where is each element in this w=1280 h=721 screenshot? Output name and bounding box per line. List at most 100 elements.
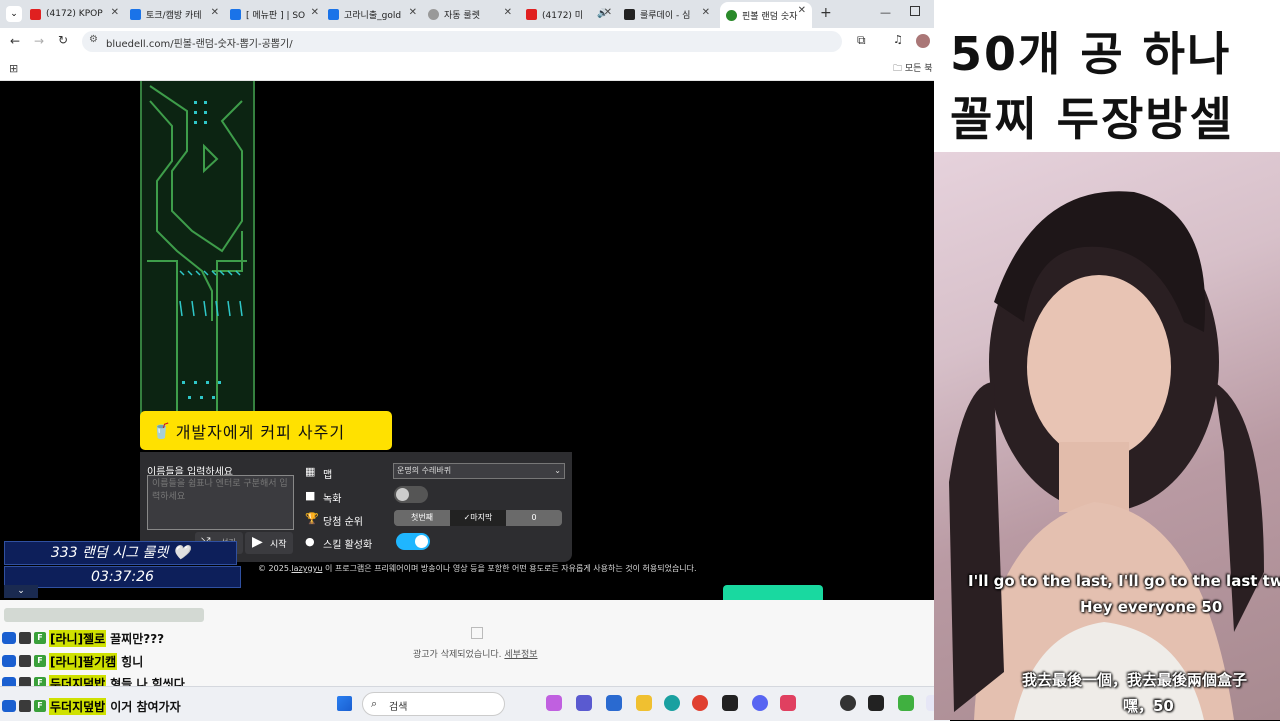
rank-value-input[interactable]: 0 bbox=[506, 510, 562, 526]
tab-7-active[interactable]: 핀볼 랜덤 숫자 ✕ bbox=[720, 2, 812, 28]
explorer-icon[interactable] bbox=[636, 695, 652, 711]
chrome-icon[interactable] bbox=[692, 695, 708, 711]
skill-toggle[interactable] bbox=[396, 533, 430, 550]
tab-0[interactable]: (4172) KPOP ✕ bbox=[30, 4, 125, 24]
pinball-board bbox=[140, 81, 255, 421]
back-icon[interactable]: ← bbox=[10, 34, 20, 48]
forward-icon[interactable]: → bbox=[34, 34, 44, 48]
chat-msg: 힝니 bbox=[121, 654, 144, 669]
site-icon bbox=[230, 8, 241, 20]
badge-icon bbox=[19, 700, 31, 712]
apps-icon[interactable]: ⊞ bbox=[9, 62, 18, 75]
caption-line-1: 50개 공 하나 bbox=[950, 27, 1232, 81]
record-label: 녹화 bbox=[323, 494, 342, 505]
fan-badge-icon: F bbox=[34, 700, 46, 712]
chevron-down-icon[interactable]: ⌄ bbox=[4, 585, 38, 598]
youtube-icon bbox=[30, 8, 41, 20]
start-button[interactable]: ▶ 시작 bbox=[245, 532, 293, 554]
ad-detail-link[interactable]: 세부정보 bbox=[504, 650, 537, 660]
tab-3[interactable]: 고라니출_gold ✕ bbox=[328, 4, 423, 24]
names-textarea[interactable]: 이름들을 쉼표나 엔터로 구분해서 입력하세요 bbox=[147, 475, 294, 530]
tab-2[interactable]: [ 메뉴판 ] | SO ✕ bbox=[230, 4, 325, 24]
tab-label: 룰루데이 - 심 bbox=[640, 10, 691, 21]
media-icon[interactable]: ♫ bbox=[893, 33, 903, 46]
chat-name: [라니]젤로 bbox=[49, 629, 107, 647]
close-icon[interactable]: ✕ bbox=[504, 7, 512, 18]
app-icon[interactable] bbox=[780, 695, 796, 711]
names-placeholder: 이름들을 쉼표나 엔터로 구분해서 입력하세요 bbox=[152, 479, 288, 502]
tab-label: 핀볼 랜덤 숫자 bbox=[742, 11, 798, 22]
app-icon[interactable] bbox=[722, 695, 738, 711]
address-bar[interactable]: ⚙ bluedell.com/핀볼-랜덤-숫자-뽑기-공뽑기/ bbox=[82, 31, 842, 52]
site-info-icon[interactable]: ⚙ bbox=[89, 34, 98, 45]
windows-start-icon[interactable] bbox=[337, 696, 352, 711]
avatar[interactable] bbox=[916, 34, 930, 48]
minimize-button[interactable]: — bbox=[880, 6, 891, 19]
close-icon[interactable]: ✕ bbox=[311, 7, 319, 18]
bomb-icon: ● bbox=[305, 535, 315, 548]
map-select-value: 운명의 수레바퀴 bbox=[397, 466, 452, 475]
author-link[interactable]: lazygyu bbox=[291, 564, 322, 573]
sig-roulette-banner: 333 랜덤 시그 룰렛 🤍 bbox=[4, 541, 237, 565]
chat-line: F [라니]팔기캠 힝니 bbox=[2, 651, 143, 671]
tab-label: [ 메뉴판 ] | SO bbox=[246, 10, 306, 21]
edge-icon[interactable] bbox=[664, 695, 680, 711]
record-toggle[interactable] bbox=[394, 486, 428, 503]
browser-tab-bar: ⌄ (4172) KPOP ✕ 토크/캠방 카테 ✕ [ 메뉴판 ] | SO ✕ 고… bbox=[0, 0, 934, 28]
close-icon[interactable]: ✕ bbox=[111, 7, 119, 18]
caption-line-2: 꼴찌 두장방셀 bbox=[950, 92, 1234, 146]
new-tab-button[interactable]: + bbox=[820, 5, 832, 21]
camera-icon: ■ bbox=[305, 489, 316, 502]
bookmarks-folder[interactable]: 🗀 모든 북 bbox=[893, 61, 933, 77]
rank-first-button[interactable]: 첫번째 bbox=[394, 510, 450, 526]
badge-icon bbox=[19, 632, 31, 644]
close-icon[interactable]: ✕ bbox=[409, 7, 417, 18]
close-icon[interactable]: ✕ bbox=[702, 7, 710, 18]
maximize-button[interactable] bbox=[910, 6, 920, 16]
buy-coffee-button[interactable]: 🥤 개발자에게 커피 사주기 bbox=[140, 411, 392, 450]
site-icon bbox=[130, 8, 141, 20]
tab-5[interactable]: (4172) 미 🔊 ✕ bbox=[526, 4, 618, 24]
buy-coffee-label: 개발자에게 커피 사주기 bbox=[175, 422, 346, 442]
chevron-down-icon: ⌄ bbox=[554, 466, 561, 475]
map-label: 맵 bbox=[323, 470, 333, 481]
tab-label: (4172) 미 bbox=[542, 10, 584, 21]
stream-timer: 03:37:26 bbox=[4, 566, 241, 588]
site-icon bbox=[624, 8, 635, 20]
tab-search-icon[interactable]: ⌄ bbox=[6, 6, 22, 22]
map-icon: ▦ bbox=[305, 465, 316, 478]
badge-icon bbox=[19, 655, 31, 667]
tab-6[interactable]: 룰루데이 - 심 ✕ bbox=[624, 4, 716, 24]
copilot-icon[interactable] bbox=[546, 695, 562, 711]
app-icon[interactable] bbox=[868, 695, 884, 711]
fan-badge-icon: F bbox=[34, 632, 46, 644]
tab-4[interactable]: 자동 룰렛 ✕ bbox=[428, 4, 518, 24]
infinity-badge-icon bbox=[2, 632, 16, 644]
close-icon[interactable]: ✕ bbox=[604, 7, 612, 18]
close-icon[interactable]: ✕ bbox=[211, 7, 219, 18]
teams-icon[interactable] bbox=[576, 695, 592, 711]
infinity-badge-icon bbox=[2, 700, 16, 712]
tab-label: 토크/캠방 카테 bbox=[146, 10, 202, 21]
youtube-icon bbox=[526, 8, 537, 20]
rank-last-label: 마지막 bbox=[470, 513, 493, 522]
store-icon[interactable] bbox=[606, 695, 622, 711]
tab-1[interactable]: 토크/캠방 카테 ✕ bbox=[130, 4, 225, 24]
start-label: 시작 bbox=[270, 540, 287, 550]
obs-icon[interactable] bbox=[840, 695, 856, 711]
subtitle-zh-1: 我去最後一個，我去最後兩個盒子 bbox=[1022, 671, 1248, 689]
taskbar-search[interactable]: ⌕ 검색 bbox=[362, 692, 505, 716]
app-icon[interactable] bbox=[898, 695, 914, 711]
rank-last-button[interactable]: ✓마지막 bbox=[450, 510, 506, 526]
result-button[interactable] bbox=[723, 585, 823, 600]
copyright-year: © 2025. bbox=[258, 564, 292, 573]
discord-icon[interactable] bbox=[752, 695, 768, 711]
extensions-icon[interactable]: ⧉ bbox=[857, 33, 866, 48]
map-select[interactable]: 운명의 수레바퀴 ⌄ bbox=[393, 463, 565, 479]
fan-badge-icon: F bbox=[34, 655, 46, 667]
close-icon[interactable]: ✕ bbox=[798, 5, 806, 16]
copyright-text: © 2025.lazygyu 이 프로그램은 프리웨어이며 방송이나 영상 등을… bbox=[258, 563, 697, 574]
reload-icon[interactable]: ↻ bbox=[58, 33, 68, 47]
winner-rank-segment: 첫번째 ✓마지막 0 bbox=[394, 510, 562, 526]
bookmarks-folder-label: 모든 북 bbox=[904, 64, 933, 74]
